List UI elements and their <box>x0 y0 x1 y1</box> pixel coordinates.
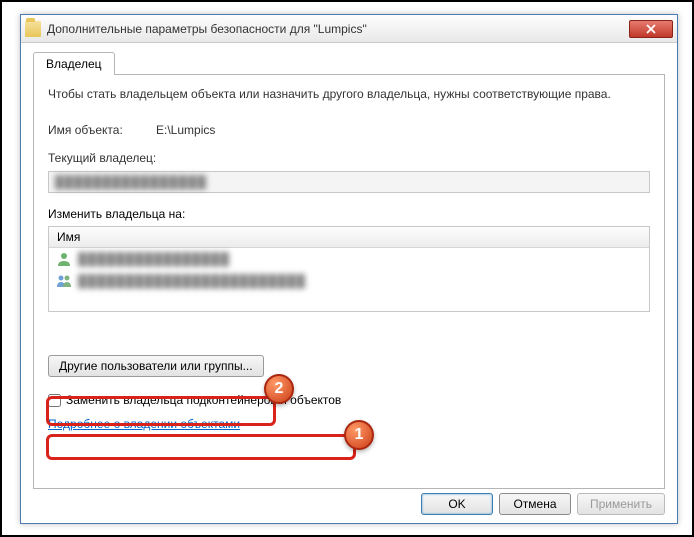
list-item-label: ████████████████████████ <box>78 274 306 288</box>
titlebar: Дополнительные параметры безопасности дл… <box>21 15 677 43</box>
users-icon <box>55 272 73 290</box>
cancel-button[interactable]: Отмена <box>499 493 571 515</box>
close-icon <box>646 24 656 34</box>
other-users-button[interactable]: Другие пользователи или группы... <box>48 355 264 377</box>
window-title: Дополнительные параметры безопасности дл… <box>47 22 629 36</box>
object-name-label: Имя объекта: <box>48 123 156 137</box>
annotation-badge-2: 2 <box>264 374 294 404</box>
dialog-footer: OK Отмена Применить <box>421 493 665 515</box>
list-item-label: ████████████████ <box>78 252 230 266</box>
object-name-row: Имя объекта: E:\Lumpics <box>48 123 650 137</box>
close-button[interactable] <box>629 20 673 38</box>
annotation-highlight-2 <box>46 396 276 426</box>
list-header-name[interactable]: Имя <box>49 227 649 248</box>
annotation-highlight-1 <box>46 434 356 460</box>
change-owner-label: Изменить владельца на: <box>48 207 650 221</box>
folder-icon <box>25 21 41 37</box>
list-item[interactable]: ████████████████ <box>49 248 649 270</box>
list-item[interactable]: ████████████████████████ <box>49 270 649 292</box>
current-owner-row: Текущий владелец: <box>48 151 650 165</box>
current-owner-label: Текущий владелец: <box>48 151 156 165</box>
object-name-value: E:\Lumpics <box>156 123 215 137</box>
current-owner-box: ████████████████ <box>48 171 650 193</box>
user-icon <box>55 250 73 268</box>
ok-button[interactable]: OK <box>421 493 493 515</box>
intro-text: Чтобы стать владельцем объекта или назна… <box>48 87 650 101</box>
apply-button[interactable]: Применить <box>577 493 665 515</box>
tab-bar: Владелец <box>33 51 665 75</box>
tab-owner[interactable]: Владелец <box>33 52 115 75</box>
annotation-badge-1: 1 <box>344 420 374 450</box>
current-owner-value: ████████████████ <box>55 175 207 189</box>
owner-listbox[interactable]: Имя ████████████████ ███████████████████… <box>48 226 650 312</box>
